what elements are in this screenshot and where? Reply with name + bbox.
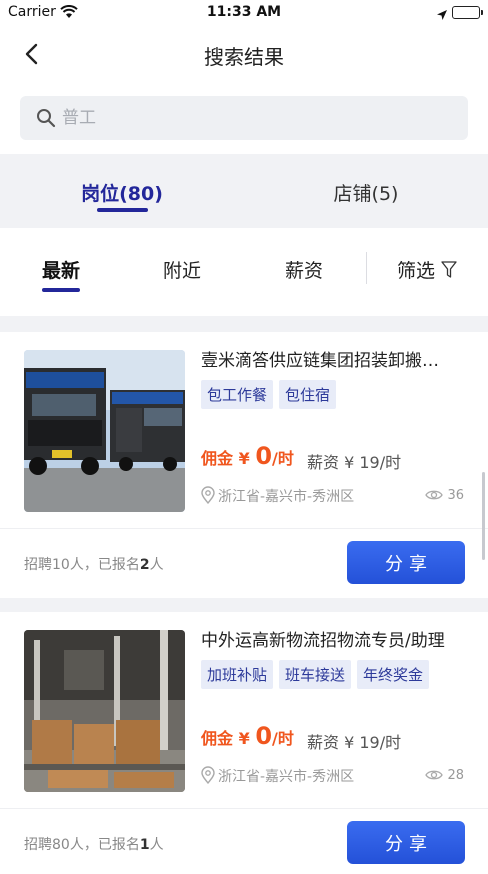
status-bar: Carrier 11:33 AM (0, 0, 488, 26)
job-card[interactable]: 中外运高新物流招物流专员/助理 加班补贴 班车接送 年终奖金 佣金 ¥ 0/时 … (0, 612, 488, 874)
filter-divider (366, 252, 367, 284)
tab-jobs[interactable]: 岗位(80) (0, 154, 244, 228)
search-bar[interactable] (20, 96, 468, 140)
share-button[interactable]: 分享 (347, 541, 465, 584)
commission-currency: ¥ (238, 449, 250, 468)
commission-currency: ¥ (238, 729, 250, 748)
job-tag: 加班补贴 (201, 660, 274, 689)
job-title: 中外运高新物流招物流专员/助理 (201, 631, 445, 651)
job-location: 浙江省-嘉兴市-秀洲区 (201, 486, 354, 506)
job-tag: 年终奖金 (357, 660, 430, 689)
location-pin-icon (201, 766, 215, 784)
view-count-text: 36 (447, 488, 464, 503)
battery-icon (452, 6, 483, 19)
commission: 佣金 ¥ 0/时 (201, 442, 294, 470)
eye-icon (425, 490, 444, 500)
filter-screen[interactable]: 筛选 (397, 256, 457, 283)
job-location: 浙江省-嘉兴市-秀洲区 (201, 766, 354, 786)
filter-bar: 最新 附近 薪资 筛选 (0, 228, 488, 316)
commission: 佣金 ¥ 0/时 (201, 722, 294, 750)
nav-bar: 搜索结果 (0, 26, 488, 82)
view-count-text: 28 (447, 768, 464, 783)
job-tag: 班车接送 (279, 660, 352, 689)
recruit-prefix: 招聘10人，已报名 (24, 557, 140, 573)
card-divider (0, 528, 488, 529)
job-tag: 包住宿 (279, 380, 337, 409)
job-card[interactable]: 壹米滴答供应链集团招装卸搬… 包工作餐 包住宿 佣金 ¥ 0/时 薪资 ¥ 19… (0, 332, 488, 598)
commission-label: 佣金 (201, 449, 234, 468)
commission-label: 佣金 (201, 729, 234, 748)
recruit-status: 招聘80人，已报名1人 (24, 834, 164, 854)
warehouse-photo (24, 630, 185, 792)
job-tag: 包工作餐 (201, 380, 274, 409)
job-location-text: 浙江省-嘉兴市-秀洲区 (218, 489, 355, 505)
tab-shops[interactable]: 店铺(5) (244, 154, 488, 228)
view-count: 28 (425, 768, 464, 783)
funnel-icon (441, 261, 457, 278)
job-tags: 包工作餐 包住宿 (201, 380, 337, 409)
commission-unit: /时 (272, 449, 294, 468)
filter-nearby-label: 附近 (163, 260, 202, 282)
view-count: 36 (425, 488, 464, 503)
scrollbar[interactable] (482, 472, 485, 560)
salary: 薪资 ¥ 19/时 (307, 453, 402, 472)
job-tags: 加班补贴 班车接送 年终奖金 (201, 660, 430, 689)
search-input[interactable] (62, 96, 452, 140)
filter-salary-label: 薪资 (285, 260, 324, 282)
card-divider (0, 808, 488, 809)
search-icon (36, 108, 56, 132)
recruit-count: 2 (139, 557, 150, 573)
eye-icon (425, 770, 444, 780)
commission-amount: 0 (255, 722, 273, 750)
tab-shops-label: 店铺(5) (333, 183, 399, 205)
location-arrow-icon (436, 6, 448, 25)
job-title: 壹米滴答供应链集团招装卸搬… (201, 351, 439, 371)
recruit-suffix: 人 (149, 837, 164, 853)
recruit-status: 招聘10人，已报名2人 (24, 554, 164, 574)
filter-latest-label: 最新 (42, 260, 81, 282)
salary: 薪资 ¥ 19/时 (307, 733, 402, 752)
search-section (0, 82, 488, 154)
filter-salary[interactable]: 薪资 (285, 256, 323, 283)
recruit-count: 1 (139, 837, 150, 853)
job-location-text: 浙江省-嘉兴市-秀洲区 (218, 769, 355, 785)
result-tabs: 岗位(80) 店铺(5) (0, 154, 488, 228)
clock: 11:33 AM (206, 4, 282, 20)
trucks-photo (24, 350, 185, 512)
filter-nearby[interactable]: 附近 (163, 256, 201, 283)
filter-screen-label: 筛选 (397, 260, 436, 282)
tab-jobs-label: 岗位(80) (81, 183, 163, 205)
recruit-suffix: 人 (149, 557, 164, 573)
location-pin-icon (201, 486, 215, 504)
page-title: 搜索结果 (204, 45, 284, 69)
tab-active-indicator (97, 208, 148, 212)
filter-latest[interactable]: 最新 (42, 256, 81, 292)
commission-amount: 0 (255, 442, 273, 470)
recruit-prefix: 招聘80人，已报名 (24, 837, 140, 853)
filter-active-indicator (42, 288, 80, 292)
share-button[interactable]: 分享 (347, 821, 465, 864)
commission-unit: /时 (272, 729, 294, 748)
